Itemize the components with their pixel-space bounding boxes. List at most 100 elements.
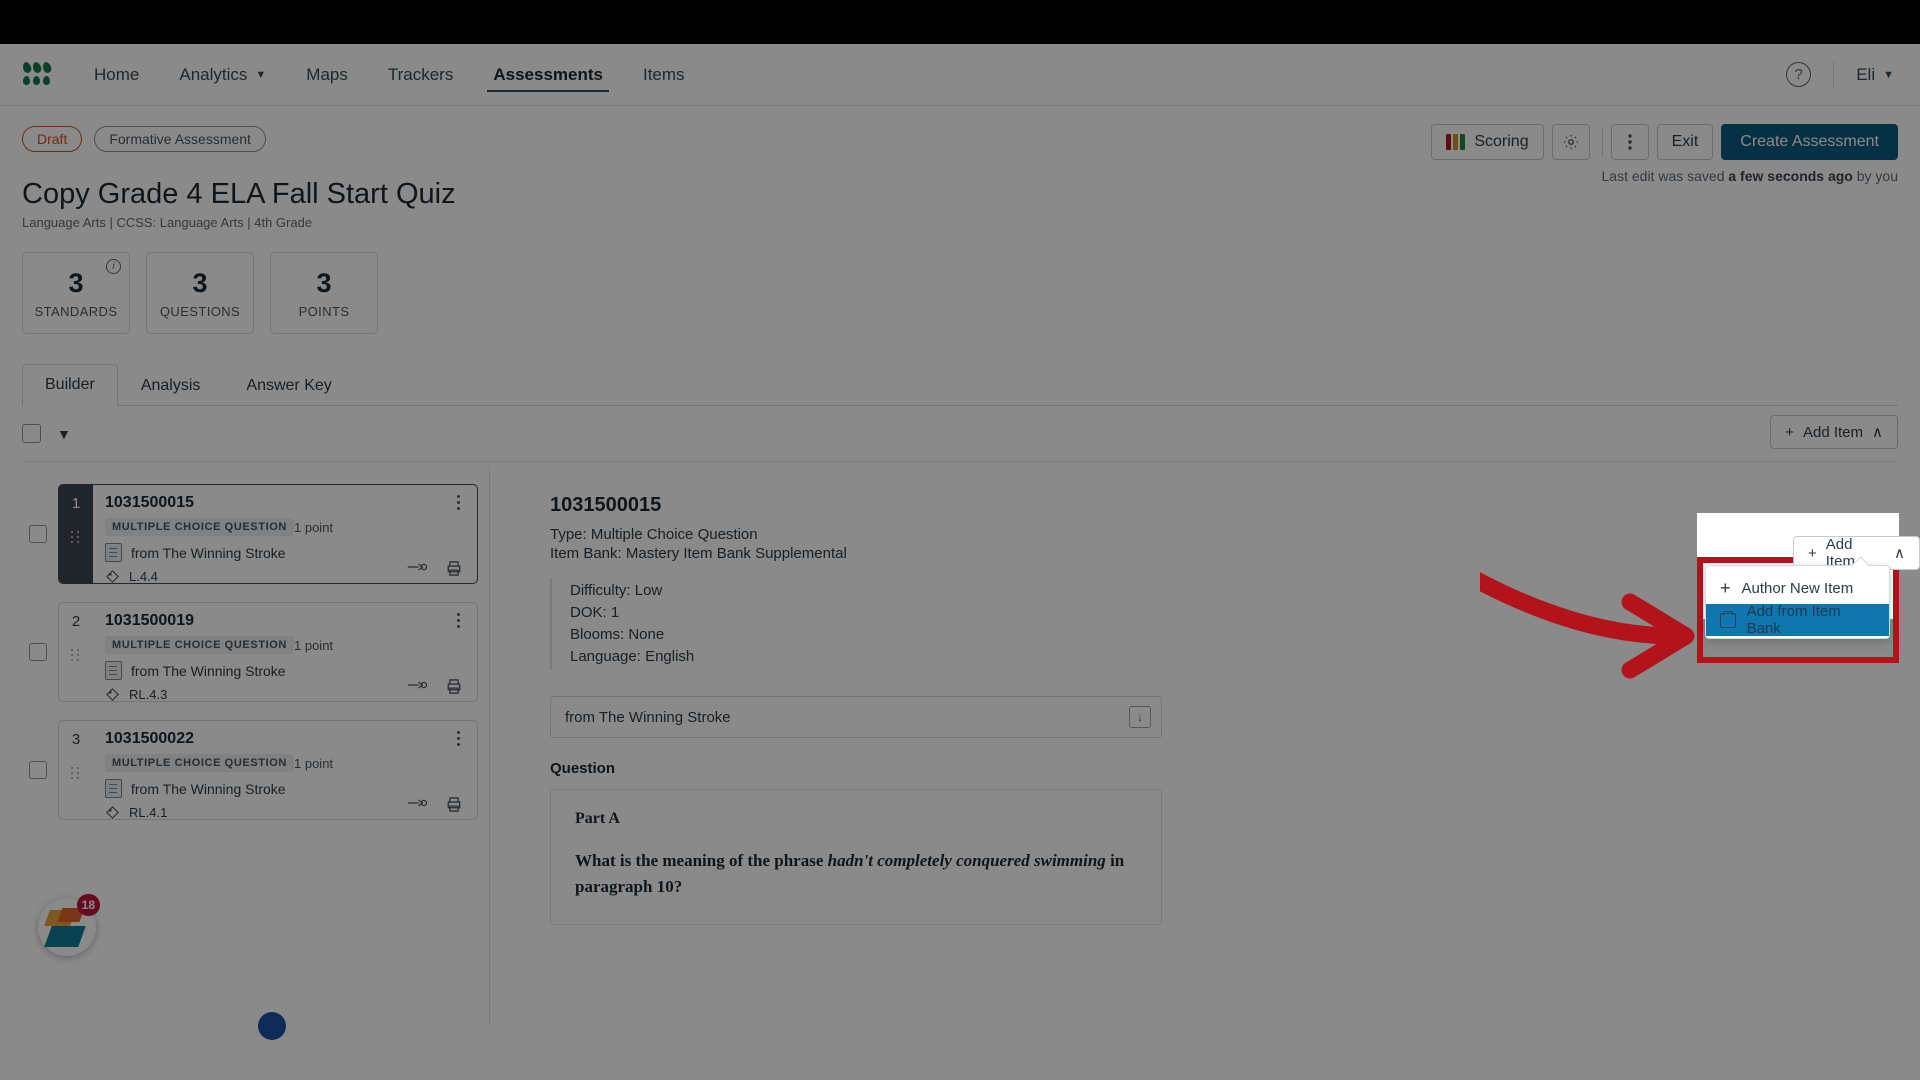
item-passage-row: from The Winning Stroke: [105, 779, 286, 798]
item-standard-row: RL.4.3: [105, 687, 167, 702]
plus-icon: +: [1808, 544, 1817, 562]
user-menu[interactable]: Eli ▼: [1856, 65, 1894, 85]
item-type-badge: MULTIPLE CHOICE QUESTION: [105, 518, 294, 536]
dropdown-menu: + Author New Item Add from Item Bank: [1705, 565, 1890, 639]
kebab-menu-icon: [1627, 134, 1632, 150]
scoring-bars-icon: [1446, 134, 1466, 150]
item-points: 1 point: [294, 520, 334, 535]
print-icon: [447, 561, 461, 576]
item-passage: from The Winning Stroke: [131, 544, 286, 561]
drag-handle-icon[interactable]: [71, 531, 81, 547]
download-icon[interactable]: ↓: [1129, 706, 1151, 728]
info-icon[interactable]: i: [106, 259, 121, 274]
clover-logo-icon[interactable]: [21, 60, 53, 88]
plus-icon: +: [1720, 577, 1731, 598]
list-toolbar: ▼ + Add Item ∧: [22, 406, 1898, 462]
item-points: 1 point: [294, 756, 334, 771]
builder-body: 1 1031500015 MULTIPLE CHOICE QUESTION 1 …: [0, 466, 1920, 1026]
tag-icon: [106, 688, 119, 701]
select-all-checkbox[interactable]: [22, 424, 41, 443]
tab-bar: Builder Analysis Answer Key: [22, 364, 1898, 406]
chevron-up-icon: ∧: [1872, 424, 1883, 441]
stat-card-points: 3 POINTS: [270, 252, 378, 334]
menu-item-label: Add from Item Bank: [1746, 603, 1841, 637]
row-checkbox[interactable]: [29, 525, 47, 543]
nav-item-assessments[interactable]: Assessments: [473, 44, 623, 106]
stat-value: 3: [68, 267, 84, 298]
scoring-button[interactable]: Scoring: [1431, 124, 1544, 160]
detail-type: Type: Multiple Choice Question: [550, 526, 758, 543]
stat-card-standards: i 3 STANDARDS: [22, 252, 130, 334]
preview-icon: [407, 681, 427, 689]
saved-time: a few seconds ago: [1728, 168, 1853, 184]
stat-label: QUESTIONS: [159, 303, 241, 319]
exit-button[interactable]: Exit: [1656, 124, 1714, 160]
item-detail-pane: 1031500015 Type: Multiple Choice Questio…: [490, 466, 1920, 1026]
menu-item-author-new-item[interactable]: + Author New Item: [1706, 572, 1889, 604]
user-name: Eli: [1856, 64, 1876, 84]
stat-card-questions: 3 QUESTIONS: [146, 252, 254, 334]
meta-language: Language: English: [570, 648, 695, 665]
row-checkbox[interactable]: [29, 643, 47, 661]
document-icon: [105, 779, 122, 798]
chevron-down-icon: ▼: [255, 68, 267, 81]
table-row[interactable]: 3 1031500022 MULTIPLE CHOICE QUESTION 1 …: [29, 720, 478, 820]
tab-answer-key[interactable]: Answer Key: [223, 365, 354, 406]
item-id: 1031500019: [105, 612, 194, 629]
nav-item-home[interactable]: Home: [74, 44, 159, 106]
nav-divider: [1833, 61, 1835, 88]
add-item-label: Add Item: [1802, 423, 1864, 441]
assessment-page: Draft Formative Assessment Scoring Exit …: [0, 106, 1920, 1040]
nav-item-trackers[interactable]: Trackers: [368, 44, 474, 106]
item-standard-row: RL.4.1: [105, 805, 167, 820]
nav-label: Analytics: [179, 64, 248, 84]
tag-icon: [106, 806, 119, 819]
item-menu-icon[interactable]: [449, 492, 467, 512]
nav-right-group: ? Eli ▼: [1786, 61, 1894, 88]
bulk-actions-chevron-icon[interactable]: ▼: [57, 426, 71, 442]
more-options-button[interactable]: [1610, 124, 1649, 160]
tab-builder[interactable]: Builder: [22, 364, 118, 406]
stat-value: 3: [316, 267, 332, 298]
nav-label: Home: [94, 64, 140, 84]
page-subtitle: Language Arts | CCSS: Language Arts | 4t…: [22, 215, 313, 230]
item-passage: from The Winning Stroke: [131, 780, 286, 797]
help-widget-button[interactable]: 18: [38, 894, 100, 956]
nav-label: Items: [642, 64, 685, 84]
item-points: 1 point: [294, 638, 334, 653]
top-navigation-bar: Home Analytics ▼ Maps Trackers Assessmen…: [0, 44, 1920, 106]
nav-item-analytics[interactable]: Analytics ▼: [159, 44, 286, 106]
tab-label: Builder: [45, 376, 95, 393]
scroll-indicator-dot: [258, 1012, 286, 1040]
drag-handle-icon[interactable]: [71, 649, 81, 665]
nav-label: Maps: [306, 64, 348, 84]
document-icon: [105, 543, 122, 562]
table-row[interactable]: 1 1031500015 MULTIPLE CHOICE QUESTION 1 …: [29, 484, 478, 584]
tab-analysis[interactable]: Analysis: [118, 365, 224, 406]
nav-item-items[interactable]: Items: [623, 44, 705, 106]
add-item-button[interactable]: + Add Item ∧: [1770, 415, 1898, 449]
item-type-badge: MULTIPLE CHOICE QUESTION: [105, 754, 294, 772]
question-part-label: Part A: [575, 810, 620, 827]
table-row[interactable]: 2 1031500019 MULTIPLE CHOICE QUESTION 1 …: [29, 602, 478, 702]
item-passage-row: from The Winning Stroke: [105, 661, 286, 680]
drag-handle-icon[interactable]: [71, 767, 81, 783]
settings-button[interactable]: [1551, 124, 1590, 160]
item-menu-icon[interactable]: [449, 728, 467, 748]
row-checkbox[interactable]: [29, 761, 47, 779]
menu-item-add-from-item-bank[interactable]: Add from Item Bank: [1706, 603, 1889, 637]
create-assessment-button[interactable]: Create Assessment: [1721, 124, 1898, 160]
page-toolbar: Scoring Exit Create Assessment: [1423, 124, 1898, 160]
help-icon[interactable]: ?: [1786, 62, 1812, 87]
chevron-up-icon: ∧: [1894, 545, 1905, 562]
last-saved-status: Last edit was saved a few seconds ago by…: [1602, 168, 1898, 184]
detail-item-id: 1031500015: [550, 494, 662, 516]
question-text: What is the meaning of the phrase hadn't…: [575, 848, 1137, 900]
add-item-dropdown: + Author New Item Add from Item Bank: [1705, 565, 1890, 639]
notification-badge: 18: [76, 894, 100, 916]
chevron-down-icon: ▼: [1883, 68, 1894, 81]
detail-passage-bar[interactable]: from The Winning Stroke ↓: [550, 696, 1162, 738]
nav-item-maps[interactable]: Maps: [286, 44, 368, 106]
document-icon: [105, 661, 122, 680]
item-menu-icon[interactable]: [449, 610, 467, 630]
